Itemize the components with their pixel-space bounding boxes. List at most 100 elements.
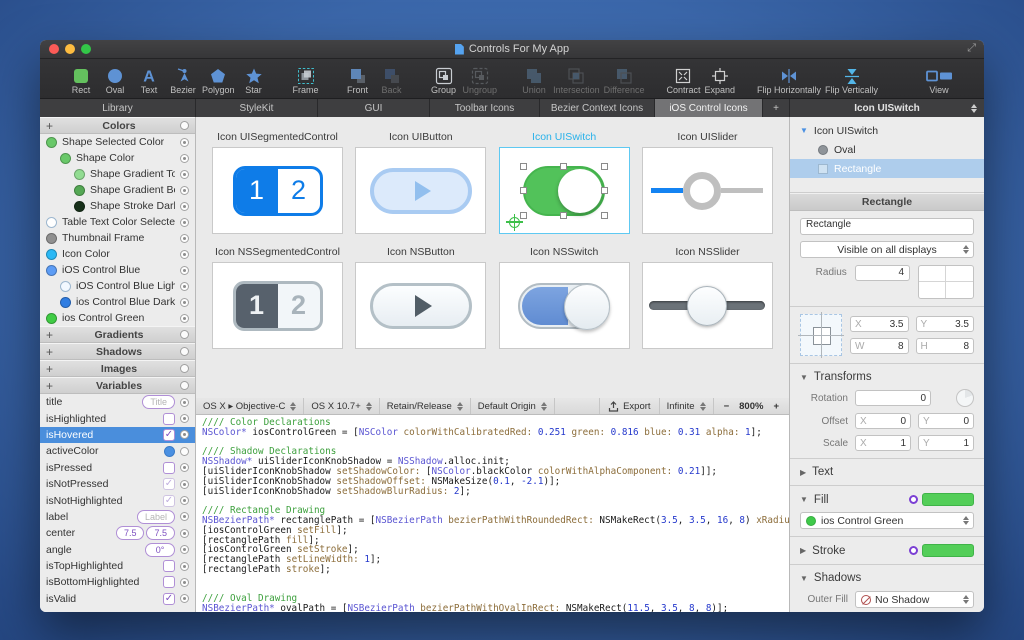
- drawing-card-canvas[interactable]: [355, 147, 486, 234]
- drawing-card-canvas[interactable]: [642, 147, 773, 234]
- rect-button[interactable]: Rect: [66, 66, 96, 96]
- variable-row-title[interactable]: titleTitle: [40, 394, 195, 410]
- variable-row-isNotHighlighted[interactable]: isNotHighlighted✓: [40, 492, 195, 508]
- color-target-radio[interactable]: [180, 138, 189, 147]
- add-icon[interactable]: +: [46, 121, 58, 131]
- x-field[interactable]: X3.5: [850, 316, 909, 332]
- variable-row-isTopHighlighted[interactable]: isTopHighlighted: [40, 558, 195, 574]
- isTopHighlighted-binding-radio[interactable]: [180, 562, 189, 571]
- center-binding-radio[interactable]: [180, 529, 189, 538]
- back-button[interactable]: Back: [377, 66, 407, 96]
- drawing-card-canvas[interactable]: [642, 262, 773, 349]
- center-x-field[interactable]: 7.5: [116, 526, 145, 540]
- color-target-radio[interactable]: [180, 250, 189, 259]
- offset-x-field[interactable]: X0: [855, 413, 911, 429]
- variable-row-center[interactable]: center7.57.5: [40, 525, 195, 541]
- section-header-shadows[interactable]: +Shadows: [40, 343, 195, 360]
- zoom-button[interactable]: [81, 44, 91, 54]
- section-header-colors[interactable]: +Colors: [40, 117, 195, 134]
- disclosure-triangle-icon[interactable]: ▼: [800, 126, 808, 135]
- tab-gui[interactable]: GUI: [318, 99, 430, 117]
- difference-button[interactable]: Difference: [604, 66, 645, 96]
- add-icon[interactable]: +: [46, 364, 58, 374]
- text-button[interactable]: AText: [134, 66, 164, 96]
- drawing-card-icon-uisegmentedcontrol[interactable]: Icon UISegmentedControl12: [212, 131, 343, 234]
- fill-color-dropdown[interactable]: ios Control Green: [800, 512, 974, 529]
- add-icon[interactable]: +: [46, 347, 58, 357]
- layer-row-icon-uiswitch[interactable]: ▼Icon UISwitch: [790, 121, 984, 140]
- isValid-checkbox[interactable]: ✓: [163, 593, 175, 605]
- label-field[interactable]: Label: [137, 510, 175, 524]
- union-button[interactable]: Union: [519, 66, 549, 96]
- oval-button[interactable]: Oval: [100, 66, 130, 96]
- drawing-card-canvas[interactable]: 12: [212, 147, 343, 234]
- drawing-card-icon-nssegmentedcontrol[interactable]: Icon NSSegmentedControl12: [212, 246, 343, 349]
- section-radio[interactable]: [180, 364, 189, 373]
- add-icon[interactable]: +: [46, 381, 58, 391]
- color-item-shape-gradient-bottom[interactable]: Shape Gradient Bottom: [40, 182, 195, 198]
- code-dropdown-default-origin[interactable]: Default Origin: [471, 398, 555, 414]
- shape-name-field[interactable]: Rectangle: [800, 218, 974, 235]
- color-item-table-text-color-selected[interactable]: Table Text Color Selected: [40, 214, 195, 230]
- color-item-thumbnail-frame[interactable]: Thumbnail Frame: [40, 230, 195, 246]
- drawing-card-icon-uiswitch[interactable]: Icon UISwitch: [499, 131, 630, 234]
- isNotPressed-binding-radio[interactable]: [180, 480, 189, 489]
- tab-stylekit[interactable]: StyleKit: [196, 99, 318, 117]
- activeColor-binding-radio[interactable]: [180, 447, 189, 456]
- shadow-dropdown[interactable]: No Shadow: [855, 591, 974, 608]
- color-target-radio[interactable]: [180, 186, 189, 195]
- variable-row-isPressed[interactable]: isPressed: [40, 460, 195, 476]
- contract-button[interactable]: Contract: [666, 66, 700, 96]
- intersection-button[interactable]: Intersection: [553, 66, 600, 96]
- isNotHighlighted-checkbox[interactable]: ✓: [163, 495, 175, 507]
- isBottomHighlighted-binding-radio[interactable]: [180, 578, 189, 587]
- corner-radius-grid[interactable]: [918, 265, 974, 299]
- variable-row-isHighlighted[interactable]: isHighlighted: [40, 410, 195, 426]
- y-field[interactable]: Y3.5: [916, 316, 975, 332]
- fill-swatch[interactable]: [922, 493, 974, 506]
- frame-button[interactable]: Frame: [291, 66, 321, 96]
- export-button[interactable]: Export: [599, 398, 658, 414]
- title-binding-radio[interactable]: [180, 398, 189, 407]
- add-tab-button[interactable]: +: [763, 99, 790, 117]
- close-button[interactable]: [49, 44, 59, 54]
- color-target-radio[interactable]: [180, 218, 189, 227]
- isTopHighlighted-checkbox[interactable]: [163, 560, 175, 572]
- section-radio[interactable]: [180, 121, 189, 130]
- minimize-button[interactable]: [65, 44, 75, 54]
- isPressed-checkbox[interactable]: [163, 462, 175, 474]
- title-field[interactable]: Title: [142, 395, 175, 409]
- star-button[interactable]: Star: [239, 66, 269, 96]
- code-dropdown-os-x-objective-c[interactable]: OS X ▸ Objective-C: [196, 398, 304, 414]
- code-dropdown-os-x-10-7-[interactable]: OS X 10.7+: [304, 398, 379, 414]
- color-target-radio[interactable]: [180, 266, 189, 275]
- shadows-header[interactable]: ▼Shadows: [800, 572, 974, 584]
- front-button[interactable]: Front: [343, 66, 373, 96]
- angle-field[interactable]: 0°: [145, 543, 175, 557]
- center-y-field[interactable]: 7.5: [146, 526, 175, 540]
- layer-row-oval[interactable]: Oval: [790, 140, 984, 159]
- anchor-widget[interactable]: [800, 314, 842, 356]
- text-header[interactable]: ▶Text: [800, 466, 974, 478]
- color-target-radio[interactable]: [180, 298, 189, 307]
- color-item-shape-color[interactable]: Shape Color: [40, 150, 195, 166]
- height-field[interactable]: H8: [916, 338, 975, 354]
- isValid-binding-radio[interactable]: [180, 594, 189, 603]
- angle-binding-radio[interactable]: [180, 545, 189, 554]
- section-radio[interactable]: [180, 330, 189, 339]
- isNotPressed-checkbox[interactable]: ✓: [163, 478, 175, 490]
- layer-row-rectangle[interactable]: Rectangle: [790, 159, 984, 178]
- variable-row-angle[interactable]: angle0°: [40, 542, 195, 558]
- polygon-button[interactable]: Polygon: [202, 66, 235, 96]
- stroke-swatch[interactable]: [922, 544, 974, 557]
- color-item-shape-stroke-darker[interactable]: Shape Stroke Darker: [40, 198, 195, 214]
- stroke-header[interactable]: ▶Stroke: [800, 544, 974, 557]
- offset-y-field[interactable]: Y0: [918, 413, 974, 429]
- variable-row-isValid[interactable]: isValid✓: [40, 591, 195, 607]
- section-radio[interactable]: [180, 347, 189, 356]
- drawing-card-icon-uislider[interactable]: Icon UISlider: [642, 131, 773, 234]
- drawing-card-canvas[interactable]: [499, 262, 630, 349]
- flip-vertically-button[interactable]: Flip Vertically: [825, 66, 878, 96]
- activeColor-swatch[interactable]: [164, 446, 175, 457]
- drawing-card-canvas[interactable]: [355, 262, 486, 349]
